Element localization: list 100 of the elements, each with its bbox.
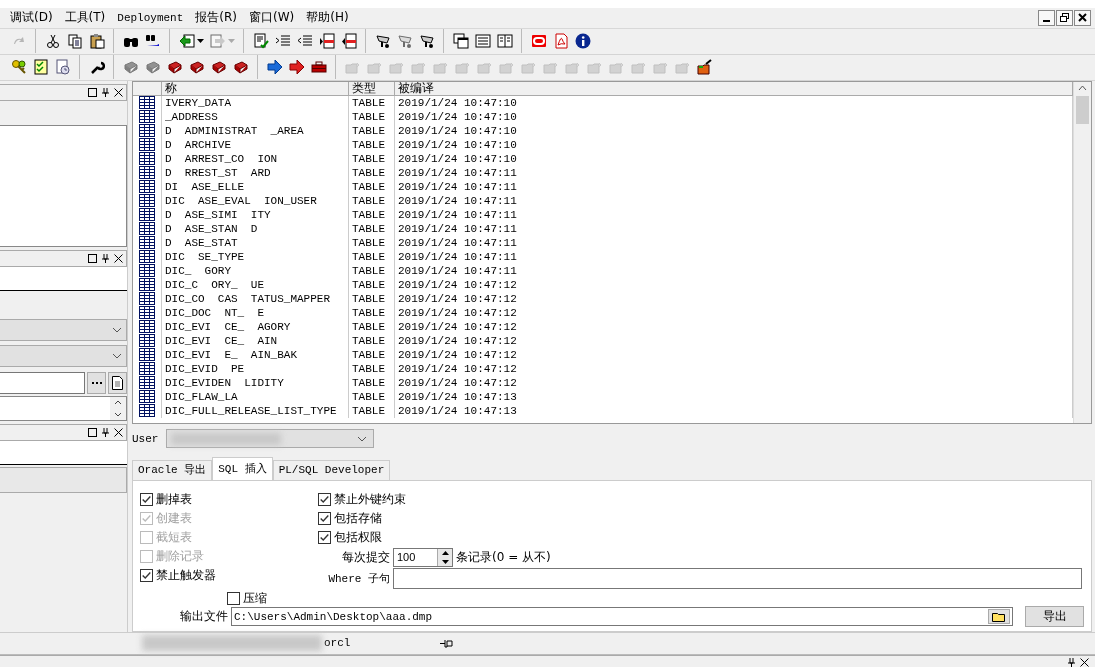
restore-button[interactable] — [1056, 9, 1073, 26]
pin-icon[interactable] — [101, 253, 110, 263]
tab[interactable]: Oracle 导出 — [132, 459, 213, 480]
maximize-icon[interactable] — [88, 253, 97, 263]
column-header[interactable]: 被编译 — [395, 81, 1073, 96]
input-field[interactable] — [0, 266, 127, 291]
table-cell: IVERY_DATA — [162, 95, 349, 110]
up-icon[interactable] — [114, 400, 122, 406]
oracle-icon — [531, 33, 547, 50]
book-icon — [233, 59, 249, 76]
menu-item[interactable]: 帮助(H) — [300, 9, 355, 27]
keys-icon — [11, 59, 27, 76]
chevron-down-icon — [357, 435, 368, 442]
scrollbar[interactable] — [1073, 81, 1091, 423]
table-cell: D ASE_STAN D — [162, 221, 349, 236]
checkbox[interactable] — [318, 530, 331, 544]
table-icon — [139, 194, 155, 208]
close-icon[interactable] — [114, 87, 123, 97]
copy-icon — [67, 33, 83, 50]
input-field[interactable] — [0, 440, 127, 465]
table-icon — [139, 110, 155, 124]
checkbox-label: 包括存储 — [334, 509, 382, 527]
scrollbar-thumb[interactable] — [1076, 95, 1089, 124]
browse-button[interactable] — [87, 371, 106, 394]
browse-button[interactable] — [988, 609, 1010, 625]
table-cell: DIC_EVI CE_ AIN — [162, 333, 349, 348]
export-icon — [210, 33, 226, 50]
book-icon — [189, 59, 205, 76]
table-cell: D ADMINISTRAT _AREA — [162, 123, 349, 138]
minimize-button[interactable] — [1038, 9, 1055, 26]
checkbox[interactable] — [227, 591, 240, 605]
table-cell: TABLE — [349, 347, 395, 362]
table-cell: DIC_EVIDEN LIDITY — [162, 375, 349, 390]
arrow-right-icon — [267, 59, 283, 76]
number-field[interactable]: 100 — [393, 547, 453, 567]
table-cell: TABLE — [349, 291, 395, 306]
table-icon — [139, 96, 155, 110]
table-cell: DI ASE_ELLE — [162, 179, 349, 194]
table-cell: TABLE — [349, 193, 395, 208]
ellipsis-icon — [90, 380, 103, 385]
checkbox-label: 禁止触发器 — [156, 566, 216, 584]
table-cell: DIC_EVID PE — [162, 361, 349, 376]
folder-wrench-icon — [697, 59, 713, 76]
table-cell: DIC_C ORY_ UE — [162, 277, 349, 292]
table-cell: DIC_EVI CE_ AGORY — [162, 319, 349, 334]
table-icon — [139, 152, 155, 166]
table-cell: DIC_DOC NT_ E — [162, 305, 349, 320]
input-field[interactable] — [393, 567, 1082, 589]
input-field[interactable]: C:\Users\Admin\Desktop\aaa.dmp — [231, 607, 1013, 627]
table-cell: TABLE — [349, 109, 395, 124]
column-header[interactable]: 类型 — [349, 81, 395, 96]
checkbox[interactable] — [318, 511, 331, 525]
menu-item[interactable]: 报告(R) — [189, 9, 244, 27]
maximize-icon[interactable] — [88, 87, 97, 97]
table-cell: D ARREST_CO ION — [162, 151, 349, 166]
close-icon[interactable] — [114, 253, 123, 263]
connection-label: orcl — [324, 637, 351, 650]
tab[interactable]: PL/SQL Developer — [272, 459, 391, 480]
pin-icon[interactable] — [1067, 658, 1076, 667]
menu-item[interactable]: 窗口(W) — [243, 9, 301, 27]
scissors-icon — [45, 33, 61, 50]
table-cell: D ASE_STAT — [162, 235, 349, 250]
down-icon[interactable] — [114, 411, 122, 417]
export-button[interactable]: 导出 — [1025, 606, 1084, 628]
maximize-icon[interactable] — [88, 427, 97, 437]
menu-item[interactable]: 调试(D) — [4, 9, 59, 27]
column-header[interactable]: 称 — [162, 81, 349, 96]
table-cell: TABLE — [349, 235, 395, 250]
checkbox[interactable] — [140, 568, 153, 582]
window-list-icon — [475, 33, 491, 50]
table-cell: DIC_CO CAS TATUS_MAPPER — [162, 291, 349, 306]
table-icon — [139, 166, 155, 180]
close-icon[interactable] — [1080, 658, 1089, 667]
checkbox[interactable] — [140, 492, 153, 506]
menu-item[interactable]: Deployment — [111, 11, 190, 24]
info-icon — [575, 33, 591, 50]
toolbox-icon — [311, 59, 327, 76]
tab[interactable]: SQL 插入 — [212, 456, 273, 480]
pin-icon[interactable] — [440, 638, 455, 648]
checkbox-label: 删除记录 — [156, 547, 204, 565]
input-field[interactable] — [0, 371, 85, 394]
field-label: 每次提交 — [341, 548, 390, 566]
file-button[interactable] — [108, 371, 127, 394]
list-box[interactable] — [0, 124, 127, 247]
pin-icon[interactable] — [101, 87, 110, 97]
menu-item[interactable]: 工具(T) — [58, 9, 112, 27]
clock-document-icon — [55, 59, 71, 76]
table-cell: TABLE — [349, 361, 395, 376]
table-cell: TABLE — [349, 165, 395, 180]
close-button[interactable] — [1074, 9, 1091, 26]
camera-icon — [397, 33, 413, 50]
up-icon[interactable] — [441, 551, 449, 556]
checkbox-label: 删掉表 — [156, 490, 192, 508]
pin-icon[interactable] — [101, 427, 110, 437]
close-icon[interactable] — [114, 427, 123, 437]
checkbox[interactable] — [318, 492, 331, 506]
down-icon[interactable] — [441, 559, 449, 564]
field-label: 输出文件 — [179, 608, 228, 626]
table-cell: DIC_FULL_RELEASE_LIST_TYPE — [162, 403, 349, 418]
user-label: User — [132, 432, 159, 445]
